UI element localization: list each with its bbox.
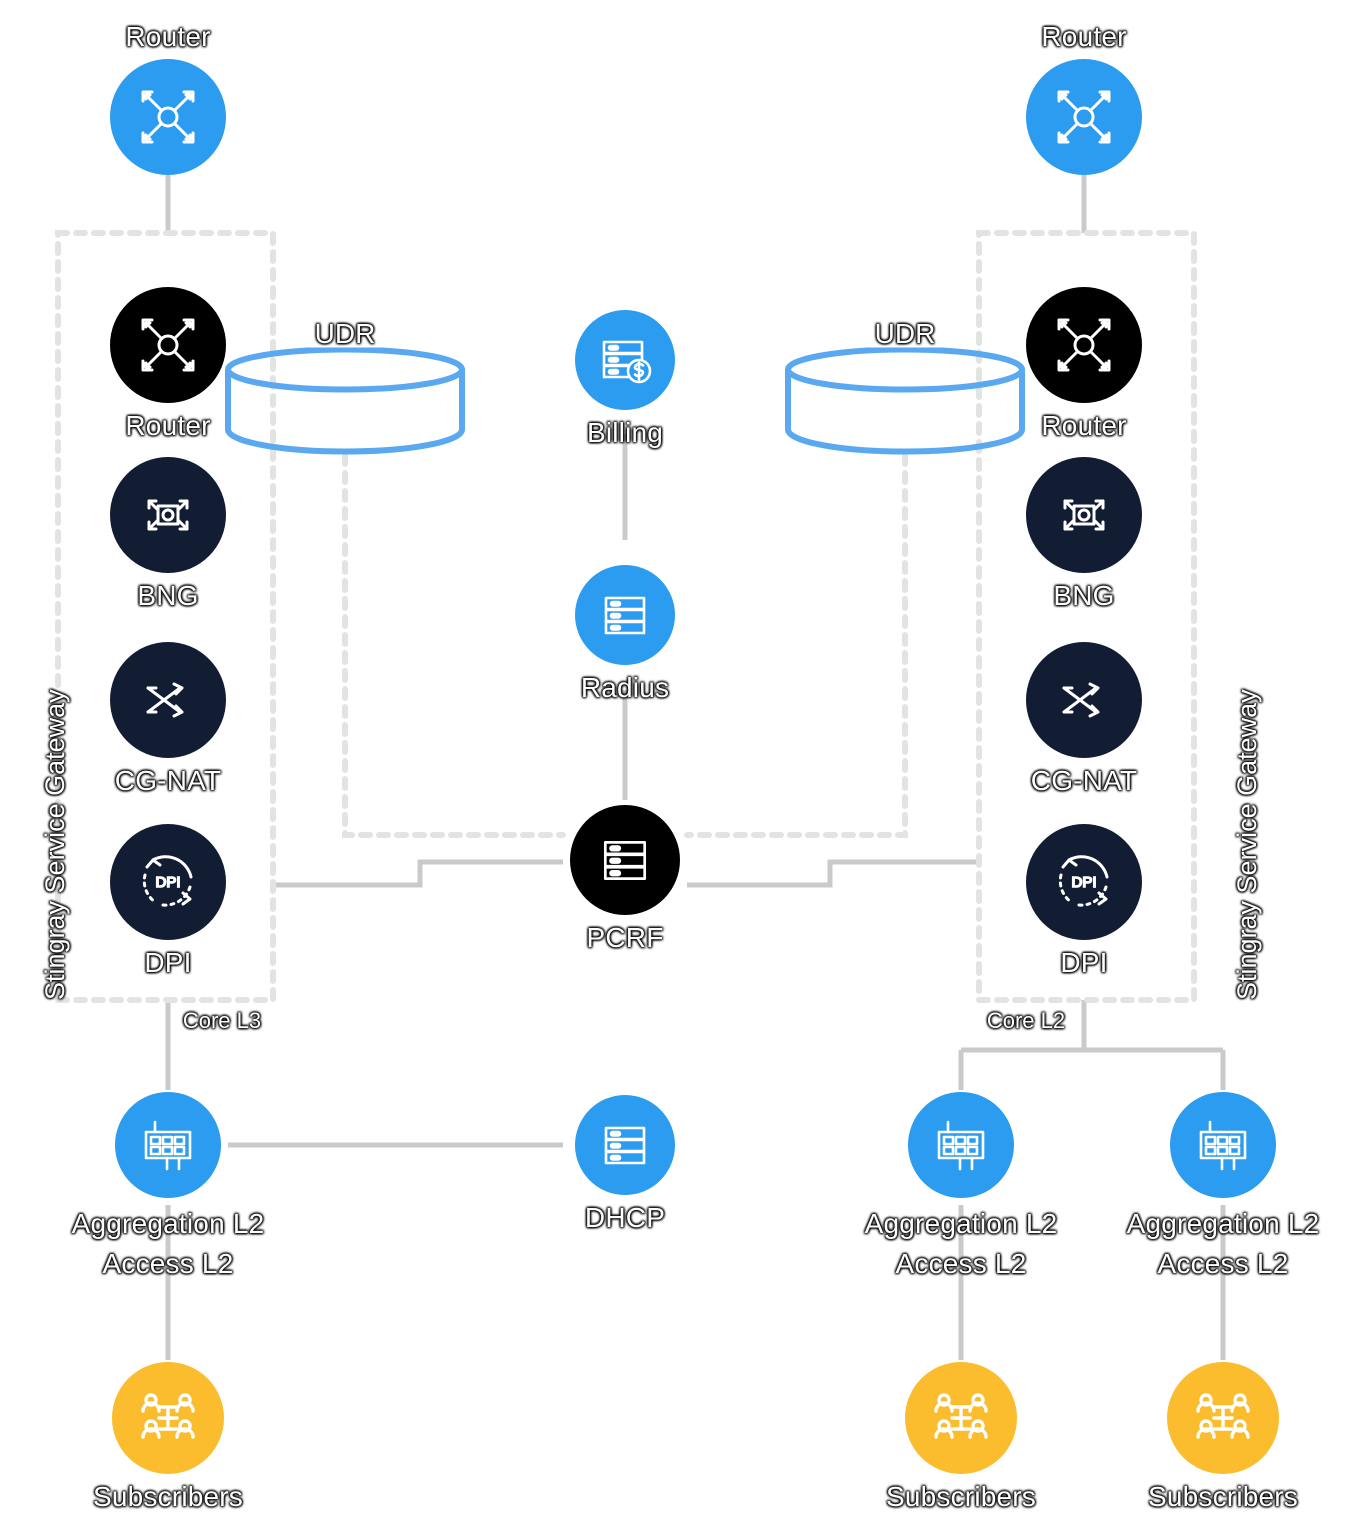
router-icon: [141, 90, 195, 144]
dpi-icon: DPI: [1058, 855, 1109, 907]
router-left-node[interactable]: Router: [110, 287, 226, 441]
dhcp-node[interactable]: DHCP: [575, 1095, 675, 1233]
bng-icon: [1063, 499, 1105, 531]
subs-right-1-node[interactable]: Subscribers: [886, 1362, 1036, 1512]
cgnat-icon: [1062, 682, 1100, 718]
server-icon: [604, 596, 646, 635]
agg-right-1-node[interactable]: Aggregation L2 Access L2: [865, 1092, 1057, 1279]
subscribers-icon: [1196, 1393, 1250, 1439]
wire-pcrf-right-gateway: [687, 859, 979, 888]
router-icon: [1057, 90, 1111, 144]
database-icon: [785, 346, 1025, 455]
agg-left-node[interactable]: Aggregation L2 Access L2: [72, 1092, 264, 1279]
subs-right-2-node[interactable]: Subscribers: [1148, 1362, 1298, 1512]
radius-node[interactable]: Radius: [575, 565, 675, 703]
database-icon: [225, 346, 465, 455]
bng-left-node[interactable]: BNG: [110, 457, 226, 611]
router-icon: [1057, 318, 1111, 372]
subs-left-node[interactable]: Subscribers: [93, 1362, 243, 1512]
server-icon: [604, 1126, 646, 1165]
pcrf-node[interactable]: PCRF: [570, 805, 680, 953]
udr-right-node[interactable]: [782, 346, 1028, 463]
switch-icon: [144, 1120, 192, 1171]
dpi-left-node[interactable]: DPI DPI: [110, 824, 226, 978]
billing-node[interactable]: Billing: [575, 310, 675, 448]
connection-lines: [55, 175, 1226, 1360]
cgnat-left-node[interactable]: CG-NAT: [110, 642, 226, 796]
udr-left-node[interactable]: [222, 346, 468, 463]
billing-server-icon: [602, 340, 652, 384]
wire-udr-right-to-pcrf: [684, 452, 908, 838]
wire-pcrf-left-gateway: [273, 859, 563, 888]
wire-udr-left-to-pcrf: [342, 452, 566, 838]
network-diagram: Stingray Service Gateway Stingray Servic…: [0, 0, 1352, 1536]
router-icon: [141, 318, 195, 372]
router-top-left-node[interactable]: Router: [110, 21, 226, 175]
bng-icon: [147, 499, 189, 531]
switch-icon: [937, 1120, 985, 1171]
switch-icon: [1199, 1120, 1247, 1171]
router-top-right-node[interactable]: Router: [1026, 21, 1142, 175]
subscribers-icon: [141, 1393, 195, 1439]
agg-right-2-node[interactable]: Aggregation L2 Access L2: [1127, 1092, 1319, 1279]
cgnat-right-node[interactable]: CG-NAT: [1026, 642, 1142, 796]
server-rack-icon: [603, 841, 647, 880]
dpi-icon: DPI: [142, 855, 193, 907]
router-right-node[interactable]: Router: [1026, 287, 1142, 441]
svg-text:DPI: DPI: [1071, 874, 1096, 891]
subscribers-icon: [934, 1393, 988, 1439]
dpi-right-node[interactable]: DPI DPI: [1026, 824, 1142, 978]
svg-text:DPI: DPI: [155, 874, 180, 891]
bng-right-node[interactable]: BNG: [1026, 457, 1142, 611]
cgnat-icon: [146, 682, 184, 718]
